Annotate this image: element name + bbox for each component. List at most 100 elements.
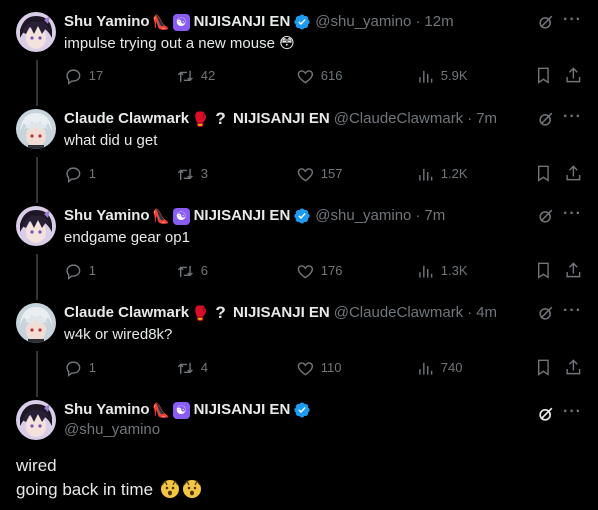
grok-icon[interactable] [536,12,556,32]
tweet-header: Claude Clawmark 🥊 ? NIJISANJI EN @Claude… [64,109,497,129]
reply-icon [66,69,81,85]
separator-dot: · [415,13,421,30]
grok-icon[interactable] [536,303,556,323]
tweet-header: Shu Yamino 👠 ☯ NIJISANJI EN @shu_yamino … [64,12,454,32]
tweet-header: Shu Yamino 👠 ☯ NIJISANJI EN [64,400,311,420]
display-name[interactable]: Shu Yamino [64,12,150,32]
high-heel-emoji: 👠 [152,402,170,418]
affiliation[interactable]: NIJISANJI EN [233,109,330,129]
tweet-text: going back in time [16,480,154,499]
tweet[interactable]: Claude Clawmark 🥊 ? NIJISANJI EN @Claude… [0,97,598,194]
handle[interactable]: @ClaudeClawmark [334,109,463,129]
more-icon[interactable]: ··· [563,10,582,30]
retweet-button[interactable]: 6 [176,261,208,281]
tweet-text: w4k or wired8k? [64,326,173,343]
views-button[interactable]: 1.2K [416,164,468,184]
avatar[interactable] [16,303,56,343]
heart-icon [297,69,314,84]
anxious-face-emoji [182,479,201,498]
share-icon [566,165,581,181]
high-heel-emoji: 👠 [152,14,170,30]
handle[interactable]: @shu_yamino [315,206,411,226]
handle[interactable]: @ClaudeClawmark [334,303,463,323]
views-icon [419,362,433,375]
retweet-count: 6 [200,263,208,278]
timestamp[interactable]: 7m [424,206,445,226]
reply-button[interactable]: 17 [64,66,103,86]
retweet-count: 3 [200,166,208,181]
avatar[interactable] [16,109,56,149]
tweet[interactable]: Claude Clawmark 🥊 ? NIJISANJI EN @Claude… [0,291,598,388]
display-name[interactable]: Claude Clawmark [64,303,189,323]
handle[interactable]: @shu_yamino [64,420,160,440]
high-heel-emoji: 👠 [152,208,170,224]
tweet-actions: 1 3 157 1.2K [64,164,582,184]
like-button[interactable]: 157 [296,164,342,184]
avatar[interactable] [16,12,56,52]
view-count: 740 [440,360,463,375]
retweet-count: 42 [200,68,216,83]
share-button[interactable] [564,358,583,377]
affiliation[interactable]: NIJISANJI EN [194,400,291,420]
timestamp[interactable]: 7m [476,109,497,129]
reply-button[interactable]: 1 [64,358,96,378]
boxing-glove-emoji: 🥊 [191,305,210,321]
tweet-text: what did u get [64,132,158,149]
retweet-button[interactable]: 3 [176,164,208,184]
more-icon[interactable]: ··· [563,301,582,321]
views-button[interactable]: 5.9K [416,66,468,86]
bookmark-icon [537,359,549,376]
grok-icon[interactable] [536,404,556,424]
reply-button[interactable]: 1 [64,261,96,281]
like-button[interactable]: 176 [296,261,342,281]
bookmark-button[interactable] [534,261,553,280]
tweet-actions: 1 4 110 740 [64,358,582,378]
tweet-actions: 17 42 616 5.9K [64,66,582,86]
grok-icon[interactable] [536,109,556,129]
affiliation[interactable]: NIJISANJI EN [194,12,291,32]
reply-count: 1 [88,360,96,375]
tweet[interactable]: Shu Yamino 👠 ☯ NIJISANJI EN @shu_yamino … [0,194,598,291]
grok-icon[interactable] [536,206,556,226]
bookmark-button[interactable] [534,66,553,85]
timestamp[interactable]: 12m [424,12,453,32]
display-name[interactable]: Claude Clawmark [64,109,189,129]
share-button[interactable] [564,66,583,85]
tweet-text-line-2: going back in time [16,478,202,502]
question-mark-emoji: ? [215,303,226,322]
tweet-text-line-1: wired [16,456,57,475]
reply-icon [66,264,81,280]
tweet[interactable]: Shu Yamino 👠 ☯ NIJISANJI EN @shu_yamino … [0,0,598,97]
yin-yang-emoji: ☯ [172,207,190,225]
share-button[interactable] [564,164,583,183]
display-name[interactable]: Shu Yamino [64,206,150,226]
yin-yang-emoji: ☯ [172,13,190,31]
tweet-header: Claude Clawmark 🥊 ? NIJISANJI EN @Claude… [64,303,497,323]
verified-badge-icon [293,207,311,225]
more-icon[interactable]: ··· [563,107,582,127]
avatar[interactable] [16,206,56,246]
retweet-count: 4 [200,360,208,375]
reply-count: 17 [88,68,104,83]
retweet-button[interactable]: 4 [176,358,208,378]
avatar[interactable] [16,400,56,440]
share-button[interactable] [564,261,583,280]
views-button[interactable]: 740 [416,358,462,378]
retweet-button[interactable]: 42 [176,66,215,86]
affiliation[interactable]: NIJISANJI EN [194,206,291,226]
separator-dot: · [467,110,473,127]
more-icon[interactable]: ··· [563,402,582,422]
more-icon[interactable]: ··· [563,204,582,224]
like-button[interactable]: 616 [296,66,342,86]
like-button[interactable]: 110 [296,358,341,378]
focused-tweet[interactable]: Shu Yamino 👠 ☯ NIJISANJI EN @shu_yamino … [0,388,598,510]
reply-button[interactable]: 1 [64,164,96,184]
bookmark-button[interactable] [534,358,553,377]
timestamp[interactable]: 4m [476,303,497,323]
affiliation[interactable]: NIJISANJI EN [233,303,330,323]
bookmark-button[interactable] [534,164,553,183]
views-button[interactable]: 1.3K [416,261,468,281]
display-name[interactable]: Shu Yamino [64,400,150,420]
boxing-glove-emoji: 🥊 [191,111,210,127]
handle[interactable]: @shu_yamino [315,12,411,32]
